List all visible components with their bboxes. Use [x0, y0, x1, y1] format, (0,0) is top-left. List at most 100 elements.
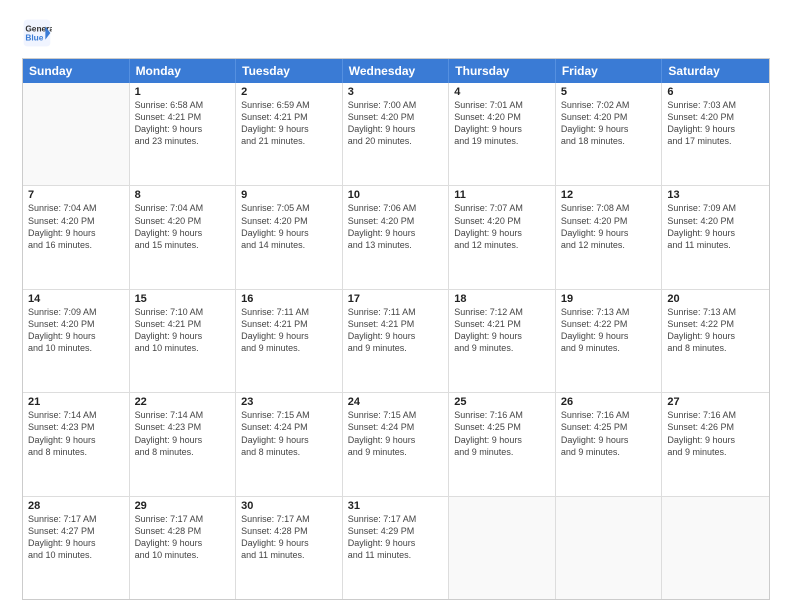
day-number: 14	[28, 293, 124, 305]
cell-info-line: and 9 minutes.	[241, 342, 337, 354]
cell-info-line: Sunrise: 7:00 AM	[348, 99, 444, 111]
cell-info-line: Sunset: 4:20 PM	[348, 111, 444, 123]
day-cell-3: 3Sunrise: 7:00 AMSunset: 4:20 PMDaylight…	[343, 83, 450, 185]
cell-info-line: Sunset: 4:23 PM	[135, 421, 231, 433]
cell-info-line: Sunrise: 7:04 AM	[135, 202, 231, 214]
logo-icon: General Blue	[22, 18, 52, 48]
cell-info-line: and 8 minutes.	[135, 446, 231, 458]
cell-info-line: Sunset: 4:24 PM	[241, 421, 337, 433]
header-day-thursday: Thursday	[449, 59, 556, 83]
header-day-tuesday: Tuesday	[236, 59, 343, 83]
cell-info-line: and 15 minutes.	[135, 239, 231, 251]
cell-info-line: and 10 minutes.	[135, 549, 231, 561]
cell-info-line: Sunrise: 7:02 AM	[561, 99, 657, 111]
cell-info-line: Daylight: 9 hours	[135, 330, 231, 342]
day-cell-28: 28Sunrise: 7:17 AMSunset: 4:27 PMDayligh…	[23, 497, 130, 599]
day-cell-15: 15Sunrise: 7:10 AMSunset: 4:21 PMDayligh…	[130, 290, 237, 392]
cell-info-line: Daylight: 9 hours	[454, 330, 550, 342]
cell-info-line: and 16 minutes.	[28, 239, 124, 251]
day-number: 1	[135, 86, 231, 98]
day-number: 18	[454, 293, 550, 305]
day-cell-11: 11Sunrise: 7:07 AMSunset: 4:20 PMDayligh…	[449, 186, 556, 288]
day-cell-27: 27Sunrise: 7:16 AMSunset: 4:26 PMDayligh…	[662, 393, 769, 495]
day-number: 24	[348, 396, 444, 408]
cell-info-line: Sunrise: 7:09 AM	[667, 202, 764, 214]
cell-info-line: and 8 minutes.	[667, 342, 764, 354]
cell-info-line: Sunset: 4:21 PM	[135, 111, 231, 123]
day-number: 17	[348, 293, 444, 305]
day-cell-23: 23Sunrise: 7:15 AMSunset: 4:24 PMDayligh…	[236, 393, 343, 495]
cell-info-line: Daylight: 9 hours	[348, 434, 444, 446]
cell-info-line: Daylight: 9 hours	[667, 123, 764, 135]
cell-info-line: and 23 minutes.	[135, 135, 231, 147]
cell-info-line: and 9 minutes.	[561, 342, 657, 354]
cell-info-line: Sunset: 4:23 PM	[28, 421, 124, 433]
empty-cell	[662, 497, 769, 599]
day-number: 22	[135, 396, 231, 408]
cell-info-line: Sunrise: 7:07 AM	[454, 202, 550, 214]
day-number: 8	[135, 189, 231, 201]
cell-info-line: Sunset: 4:28 PM	[241, 525, 337, 537]
header-day-friday: Friday	[556, 59, 663, 83]
day-cell-8: 8Sunrise: 7:04 AMSunset: 4:20 PMDaylight…	[130, 186, 237, 288]
cell-info-line: Sunrise: 7:01 AM	[454, 99, 550, 111]
cell-info-line: Sunrise: 7:16 AM	[454, 409, 550, 421]
cell-info-line: Sunrise: 7:10 AM	[135, 306, 231, 318]
cell-info-line: and 14 minutes.	[241, 239, 337, 251]
cell-info-line: Sunrise: 7:05 AM	[241, 202, 337, 214]
cell-info-line: and 12 minutes.	[561, 239, 657, 251]
day-cell-17: 17Sunrise: 7:11 AMSunset: 4:21 PMDayligh…	[343, 290, 450, 392]
day-cell-26: 26Sunrise: 7:16 AMSunset: 4:25 PMDayligh…	[556, 393, 663, 495]
cell-info-line: Sunset: 4:27 PM	[28, 525, 124, 537]
cell-info-line: and 9 minutes.	[348, 342, 444, 354]
day-number: 9	[241, 189, 337, 201]
cell-info-line: Sunrise: 7:14 AM	[28, 409, 124, 421]
cell-info-line: Sunrise: 7:04 AM	[28, 202, 124, 214]
cell-info-line: and 9 minutes.	[667, 446, 764, 458]
header: General Blue	[22, 18, 770, 48]
day-cell-24: 24Sunrise: 7:15 AMSunset: 4:24 PMDayligh…	[343, 393, 450, 495]
cell-info-line: Daylight: 9 hours	[28, 227, 124, 239]
cell-info-line: and 11 minutes.	[241, 549, 337, 561]
day-number: 21	[28, 396, 124, 408]
cell-info-line: Daylight: 9 hours	[135, 227, 231, 239]
week-row-1: 1Sunrise: 6:58 AMSunset: 4:21 PMDaylight…	[23, 83, 769, 186]
cell-info-line: Daylight: 9 hours	[561, 330, 657, 342]
cell-info-line: Sunset: 4:25 PM	[454, 421, 550, 433]
day-number: 20	[667, 293, 764, 305]
cell-info-line: Sunrise: 7:14 AM	[135, 409, 231, 421]
cell-info-line: Daylight: 9 hours	[135, 537, 231, 549]
day-number: 4	[454, 86, 550, 98]
day-number: 5	[561, 86, 657, 98]
day-cell-1: 1Sunrise: 6:58 AMSunset: 4:21 PMDaylight…	[130, 83, 237, 185]
header-day-monday: Monday	[130, 59, 237, 83]
cell-info-line: Sunrise: 7:15 AM	[241, 409, 337, 421]
page: General Blue SundayMondayTuesdayWednesda…	[0, 0, 792, 612]
cell-info-line: Sunset: 4:20 PM	[28, 318, 124, 330]
day-cell-18: 18Sunrise: 7:12 AMSunset: 4:21 PMDayligh…	[449, 290, 556, 392]
header-day-wednesday: Wednesday	[343, 59, 450, 83]
day-number: 10	[348, 189, 444, 201]
cell-info-line: Sunset: 4:24 PM	[348, 421, 444, 433]
cell-info-line: Sunrise: 6:59 AM	[241, 99, 337, 111]
day-cell-7: 7Sunrise: 7:04 AMSunset: 4:20 PMDaylight…	[23, 186, 130, 288]
cell-info-line: Sunset: 4:29 PM	[348, 525, 444, 537]
cell-info-line: Daylight: 9 hours	[454, 123, 550, 135]
header-day-sunday: Sunday	[23, 59, 130, 83]
cell-info-line: Sunrise: 7:16 AM	[667, 409, 764, 421]
day-number: 29	[135, 500, 231, 512]
day-cell-30: 30Sunrise: 7:17 AMSunset: 4:28 PMDayligh…	[236, 497, 343, 599]
day-cell-25: 25Sunrise: 7:16 AMSunset: 4:25 PMDayligh…	[449, 393, 556, 495]
cell-info-line: Sunrise: 7:16 AM	[561, 409, 657, 421]
cell-info-line: Sunrise: 7:17 AM	[348, 513, 444, 525]
cell-info-line: Daylight: 9 hours	[348, 227, 444, 239]
day-number: 3	[348, 86, 444, 98]
day-cell-19: 19Sunrise: 7:13 AMSunset: 4:22 PMDayligh…	[556, 290, 663, 392]
calendar: SundayMondayTuesdayWednesdayThursdayFrid…	[22, 58, 770, 600]
cell-info-line: Sunset: 4:26 PM	[667, 421, 764, 433]
cell-info-line: and 9 minutes.	[561, 446, 657, 458]
cell-info-line: Sunrise: 7:06 AM	[348, 202, 444, 214]
cell-info-line: Daylight: 9 hours	[348, 537, 444, 549]
cell-info-line: Sunrise: 7:17 AM	[28, 513, 124, 525]
cell-info-line: Sunrise: 7:11 AM	[348, 306, 444, 318]
